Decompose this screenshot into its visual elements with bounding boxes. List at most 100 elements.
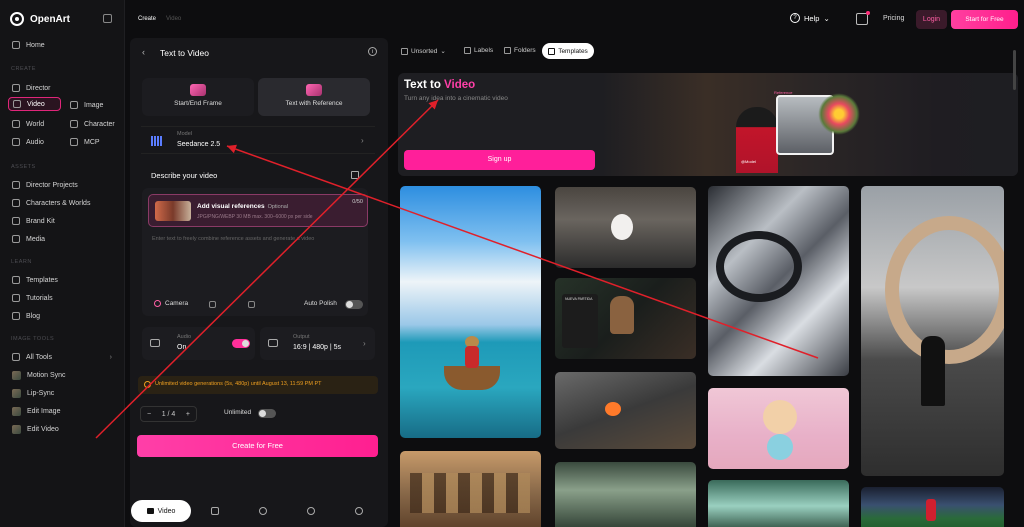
tag-icon (464, 47, 471, 54)
folders-button[interactable]: Folders (504, 47, 536, 54)
minus-icon[interactable]: − (147, 411, 151, 418)
breadcrumb-create[interactable]: Create (138, 16, 156, 22)
unlimited-toggle[interactable] (258, 409, 276, 418)
camera-label: Camera (165, 300, 189, 307)
help-menu[interactable]: ? Help ⌄ (790, 13, 830, 23)
mode-start-end-frame[interactable]: Start/End Frame (142, 78, 254, 116)
chevron-right-icon: › (363, 339, 366, 348)
describe-title: Describe your video (151, 171, 218, 180)
back-arrow-icon[interactable]: ‹ (142, 47, 145, 57)
template-tile-cartoon[interactable] (708, 388, 849, 469)
audio-tab-icon[interactable] (355, 507, 363, 515)
sidebar-item-label: Templates (26, 276, 58, 284)
sidebar-item-edit-video[interactable]: Edit Video (8, 422, 63, 436)
chevron-down-icon: ⌄ (440, 48, 446, 55)
audio-setting[interactable]: Audio On (142, 327, 255, 360)
prompt-box[interactable]: Add visual references Optional JPG/PNG/WE… (142, 188, 368, 316)
hero-title: Text to Video (404, 79, 475, 91)
login-button[interactable]: Login (916, 10, 947, 29)
sidebar-item-blog[interactable]: Blog (8, 309, 44, 323)
unlimited-label: Unlimited (224, 409, 252, 416)
sort-dropdown[interactable]: Unsorted ⌄ (401, 47, 446, 55)
video-icon (146, 508, 154, 514)
breadcrumb-video[interactable]: Video (166, 16, 181, 22)
quantity-stepper[interactable]: − 1 / 4 + (140, 406, 197, 422)
sidebar-item-lip-sync[interactable]: Lip-Sync (8, 386, 58, 400)
template-tile-boat[interactable] (400, 186, 541, 438)
sidebar-item-tutorials[interactable]: Tutorials (8, 291, 57, 305)
audio-label: Audio (177, 334, 192, 340)
plus-icon[interactable]: + (186, 411, 190, 418)
model-selector[interactable]: Model Seedance 2.5 › (141, 126, 375, 154)
sidebar-item-label: Director Projects (26, 181, 78, 189)
info-icon[interactable]: i (368, 47, 377, 56)
sidebar-item-world[interactable]: World (8, 117, 48, 131)
create-for-free-button[interactable]: Create for Free (137, 435, 378, 457)
auto-polish-toggle[interactable] (345, 300, 363, 309)
video-icon (13, 100, 21, 108)
sort-icon (401, 47, 408, 55)
template-tile-metal[interactable] (708, 186, 849, 376)
sidebar-collapse-icon[interactable] (103, 14, 112, 23)
mode-text-with-reference[interactable]: Text with Reference (258, 78, 370, 116)
image-tab-icon[interactable] (211, 507, 219, 515)
brand-kit-icon (12, 217, 20, 225)
template-tile-soccer[interactable] (861, 487, 1004, 527)
world-tab-icon[interactable] (307, 507, 315, 515)
sidebar-item-characters-worlds[interactable]: Characters & Worlds (8, 196, 94, 210)
template-tile-forest[interactable] (708, 480, 849, 527)
mode-label: Text with Reference (285, 100, 343, 107)
sidebar-item-brand-kit[interactable]: Brand Kit (8, 214, 59, 228)
sidebar-item-character[interactable]: Character (66, 117, 119, 131)
sidebar-item-templates[interactable]: Templates (8, 273, 62, 287)
template-tile-portal[interactable] (861, 186, 1004, 476)
folder-icon (12, 181, 20, 189)
text-to-video-panel: ‹ Text to Video i Start/End Frame Text w… (130, 38, 388, 527)
expand-icon[interactable] (351, 171, 359, 179)
sidebar-item-home[interactable]: Home (8, 38, 49, 52)
mention-icon[interactable] (248, 301, 255, 308)
sidebar-item-image[interactable]: Image (66, 98, 107, 112)
text-reference-icon (306, 84, 322, 96)
sidebar-item-label: Edit Video (27, 425, 59, 433)
globe-icon (12, 120, 20, 128)
labels-button[interactable]: Labels (464, 47, 493, 54)
sidebar-item-audio[interactable]: Audio (8, 135, 48, 149)
sign-up-button[interactable]: Sign up (404, 150, 595, 170)
sidebar-item-video[interactable]: Video (8, 97, 61, 111)
sidebar-item-director-projects[interactable]: Director Projects (8, 178, 82, 192)
sidebar-item-director[interactable]: Director (8, 81, 55, 95)
pricing-link[interactable]: Pricing (883, 15, 904, 22)
template-tile-game[interactable]: NUEVA PARTIDA (555, 278, 696, 359)
hero-subtitle: Turn any idea into a cinematic video (404, 95, 508, 102)
tile-game-menu: NUEVA PARTIDA (562, 294, 598, 348)
edit-image-thumbnail (12, 406, 21, 416)
add-visual-references[interactable]: Add visual references Optional JPG/PNG/WE… (148, 194, 368, 227)
templates-button[interactable]: Templates (542, 43, 594, 59)
crop-icon[interactable] (209, 301, 216, 308)
sidebar-item-label: World (26, 120, 45, 128)
sidebar-item-edit-image[interactable]: Edit Image (8, 404, 64, 418)
tutorials-icon (12, 294, 20, 302)
camera-button[interactable]: Camera (154, 300, 188, 307)
character-icon (70, 120, 78, 128)
app-logo[interactable]: OpenArt (10, 12, 70, 26)
template-tile-maze[interactable] (400, 451, 541, 527)
model-label: Model (177, 131, 192, 137)
ref-optional: Optional (267, 204, 289, 210)
start-for-free-button[interactable]: Start for Free (951, 10, 1018, 29)
template-tile-dog[interactable] (555, 187, 696, 268)
audio-toggle[interactable] (232, 339, 250, 348)
sidebar-item-all-tools[interactable]: All Tools › (8, 350, 116, 364)
output-setting[interactable]: Output 16:9 | 480p | 5s › (260, 327, 375, 360)
tab-video[interactable]: Video (131, 500, 191, 522)
gallery-scrollbar[interactable] (1013, 50, 1016, 90)
sidebar-item-motion-sync[interactable]: Motion Sync (8, 368, 70, 382)
prompt-placeholder[interactable]: Enter text to freely combine reference a… (152, 236, 314, 242)
sidebar-item-media[interactable]: Media (8, 232, 49, 246)
sidebar-section-tools: IMAGE TOOLS (11, 336, 55, 342)
template-tile-canyon[interactable] (555, 462, 696, 527)
sidebar-item-mcp[interactable]: MCP (66, 135, 104, 149)
character-tab-icon[interactable] (259, 507, 267, 515)
template-tile-action[interactable] (555, 372, 696, 449)
